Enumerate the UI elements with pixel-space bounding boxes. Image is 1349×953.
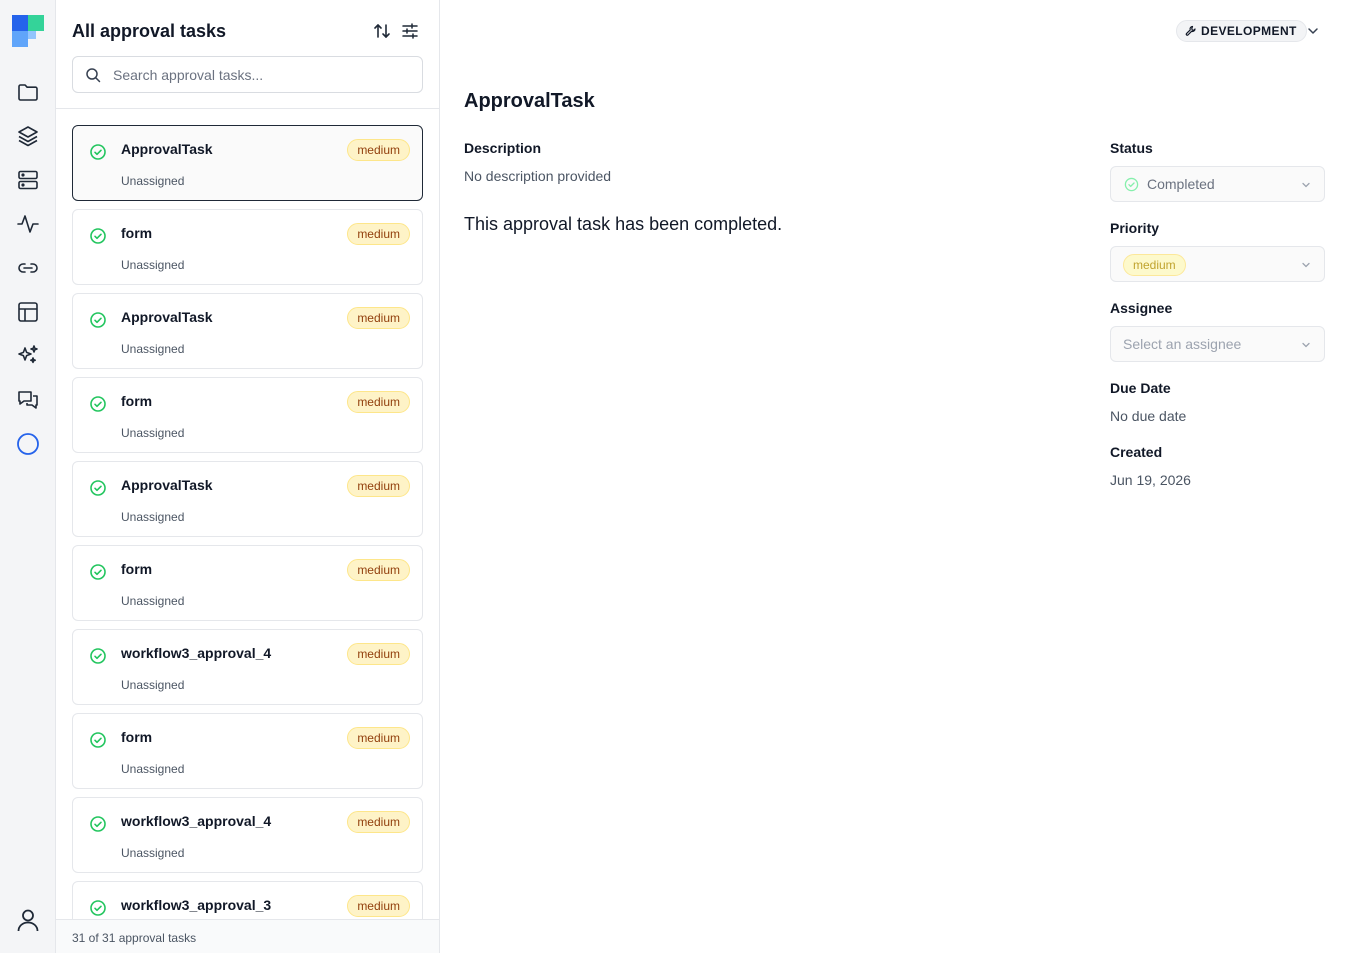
check-circle-icon	[90, 732, 106, 748]
search-box[interactable]	[72, 56, 423, 93]
priority-badge: medium	[347, 307, 410, 329]
task-assignee: Unassigned	[121, 594, 185, 608]
task-card[interactable]: workflow3_approval_4 medium Unassigned	[72, 797, 423, 873]
check-circle-icon	[90, 900, 106, 916]
list-footer: 31 of 31 approval tasks	[56, 919, 439, 953]
task-card[interactable]: ApprovalTask medium Unassigned	[72, 461, 423, 537]
check-circle-icon	[90, 144, 106, 160]
environment-badge[interactable]: DEVELOPMENT	[1176, 20, 1307, 42]
task-assignee: Unassigned	[121, 342, 185, 356]
link-icon[interactable]	[16, 256, 40, 280]
task-card[interactable]: workflow3_approval_4 medium Unassigned	[72, 629, 423, 705]
environment-label: DEVELOPMENT	[1201, 24, 1297, 38]
divider	[56, 108, 439, 109]
sort-icon[interactable]	[372, 21, 392, 41]
task-card[interactable]: ApprovalTask medium Unassigned	[72, 125, 423, 201]
search-icon	[86, 68, 101, 83]
task-name: form	[121, 225, 153, 241]
folder-icon[interactable]	[16, 80, 40, 104]
task-list-panel: All approval tasks ApprovalTask medium Una…	[56, 0, 440, 953]
task-name: workflow3_approval_4	[121, 645, 272, 661]
user-icon[interactable]	[14, 906, 42, 934]
task-card[interactable]: form medium Unassigned	[72, 209, 423, 285]
task-name: form	[121, 561, 153, 577]
check-circle-icon	[90, 312, 106, 328]
task-card[interactable]: ApprovalTask medium Unassigned	[72, 293, 423, 369]
task-card[interactable]: form medium Unassigned	[72, 377, 423, 453]
priority-badge: medium	[1123, 254, 1186, 276]
due-date-value: No due date	[1110, 408, 1187, 424]
assignee-placeholder: Select an assignee	[1123, 336, 1242, 352]
completed-message: This approval task has been completed.	[464, 214, 783, 234]
check-circle-icon	[90, 396, 106, 412]
task-card[interactable]: workflow3_approval_3mediumUnassigned	[72, 881, 423, 919]
priority-badge: medium	[347, 727, 410, 749]
priority-label: Priority	[1110, 220, 1160, 236]
chevron-down-icon	[1302, 262, 1310, 268]
task-name: workflow3_approval_3	[121, 897, 272, 913]
status-select[interactable]: Completed	[1110, 166, 1325, 202]
detail-title: ApprovalTask	[464, 90, 595, 112]
task-count: 31 of 31 approval tasks	[72, 931, 197, 945]
check-circle-icon	[90, 648, 106, 664]
search-input[interactable]	[113, 57, 413, 92]
status-value: Completed	[1147, 176, 1215, 192]
activity-icon[interactable]	[16, 212, 40, 236]
description-label: Description	[464, 140, 542, 156]
table-icon[interactable]	[16, 300, 40, 324]
description-value: No description provided	[464, 168, 612, 184]
task-name: ApprovalTask	[121, 309, 213, 325]
task-detail-panel: DEVELOPMENT ApprovalTask Description No …	[440, 0, 1349, 953]
task-name: form	[121, 393, 153, 409]
priority-badge: medium	[347, 139, 410, 161]
app-window: All approval tasks ApprovalTask medium Una…	[0, 0, 1349, 953]
layers-icon[interactable]	[16, 124, 40, 148]
messages-icon[interactable]	[16, 388, 40, 412]
filter-sliders-icon[interactable]	[400, 21, 420, 41]
assignee-select[interactable]: Select an assignee	[1110, 326, 1325, 362]
task-assignee: Unassigned	[121, 174, 185, 188]
chevron-down-icon	[1302, 182, 1310, 188]
priority-badge: medium	[347, 811, 410, 833]
task-assignee: Unassigned	[121, 762, 185, 776]
check-circle-icon	[90, 480, 106, 496]
task-card[interactable]: form medium Unassigned	[72, 713, 423, 789]
due-date-label: Due Date	[1110, 380, 1171, 396]
task-name: ApprovalTask	[121, 141, 213, 157]
check-circle-icon	[90, 564, 106, 580]
task-assignee: Unassigned	[121, 258, 185, 272]
chevron-down-icon[interactable]	[1306, 24, 1320, 38]
task-assignee: Unassigned	[121, 846, 185, 860]
priority-badge: medium	[347, 895, 410, 917]
list-header: All approval tasks	[72, 19, 424, 43]
task-name: form	[121, 729, 153, 745]
check-circle-icon	[1124, 177, 1139, 192]
circle-icon[interactable]	[16, 432, 40, 456]
created-value: Jun 19, 2026	[1110, 472, 1191, 488]
wrench-icon	[1185, 25, 1196, 36]
priority-select[interactable]: medium	[1110, 246, 1325, 282]
check-circle-icon	[90, 816, 106, 832]
task-assignee: Unassigned	[121, 510, 185, 524]
check-circle-icon	[90, 228, 106, 244]
task-assignee: Unassigned	[121, 426, 185, 440]
priority-badge: medium	[347, 643, 410, 665]
task-assignee: Unassigned	[121, 678, 185, 692]
task-name: workflow3_approval_4	[121, 813, 272, 829]
created-label: Created	[1110, 444, 1163, 460]
server-icon[interactable]	[16, 168, 40, 192]
sparkles-icon[interactable]	[16, 344, 40, 368]
priority-badge: medium	[347, 223, 410, 245]
task-name: ApprovalTask	[121, 477, 213, 493]
task-card[interactable]: form medium Unassigned	[72, 545, 423, 621]
priority-badge: medium	[347, 391, 410, 413]
status-label: Status	[1110, 140, 1153, 156]
chevron-down-icon	[1302, 342, 1310, 348]
app-logo[interactable]	[12, 15, 44, 47]
task-list: ApprovalTask medium Unassigned form medium Un…	[72, 125, 424, 919]
priority-badge: medium	[347, 559, 410, 581]
priority-badge: medium	[347, 475, 410, 497]
nav-rail	[0, 0, 56, 953]
assignee-label: Assignee	[1110, 300, 1173, 316]
